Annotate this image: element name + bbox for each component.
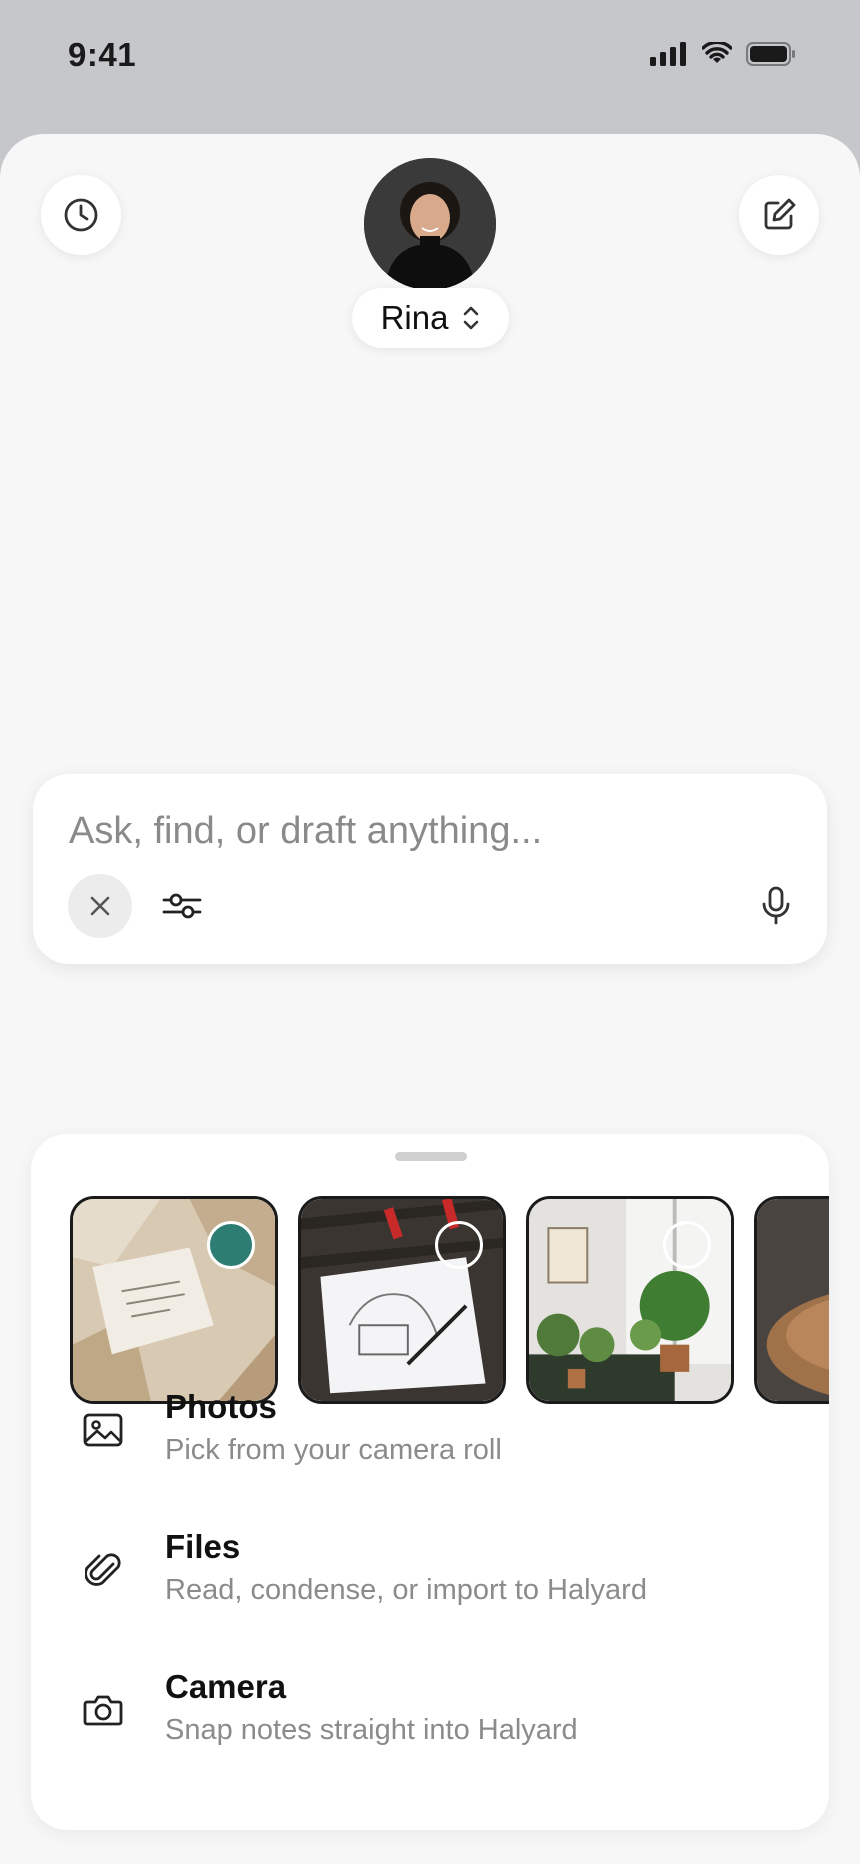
clock-icon (64, 198, 98, 232)
options-button[interactable] (157, 888, 207, 924)
selected-indicator[interactable] (207, 1221, 255, 1269)
clear-button[interactable] (68, 874, 132, 938)
menu-item-camera[interactable]: Camera Snap notes straight into Halyard (31, 1668, 829, 1788)
menu-item-title: Camera (165, 1668, 287, 1705)
attachment-sheet: Photos Pick from your camera roll Files … (31, 1134, 829, 1830)
menu-item-subtitle: Snap notes straight into Halyard (165, 1714, 578, 1746)
paperclip-icon (81, 1548, 125, 1592)
wifi-icon (702, 42, 732, 63)
profile-switcher[interactable]: Rina (352, 288, 509, 348)
chevron-updown-icon (464, 306, 479, 330)
close-icon (90, 896, 110, 916)
status-time: 9:41 (68, 36, 137, 73)
history-button[interactable] (41, 175, 121, 255)
microphone-icon (762, 886, 790, 925)
status-icons (650, 42, 796, 66)
compose-button[interactable] (739, 175, 819, 255)
compose-icon (764, 198, 796, 230)
menu-item-subtitle: Pick from your camera roll (165, 1434, 502, 1466)
main-sheet: Rina Ask, find, or draft anything... Pho… (0, 134, 860, 1864)
profile-photo (364, 158, 496, 290)
status-bar: 9:41 (0, 0, 860, 134)
cellular-signal-icon (650, 42, 686, 66)
avatar[interactable] (364, 158, 496, 290)
battery-icon (746, 42, 795, 66)
composer-card (33, 774, 827, 964)
photo-thumbnail[interactable] (754, 1196, 829, 1404)
photo-thumbnail[interactable] (526, 1196, 734, 1404)
photo-thumbnail[interactable] (298, 1196, 506, 1404)
photo-thumbnail[interactable] (70, 1196, 278, 1404)
menu-item-title: Photos (165, 1388, 277, 1425)
sheet-grabber[interactable] (395, 1152, 467, 1161)
voice-input-button[interactable] (751, 881, 801, 931)
prompt-input[interactable] (69, 810, 769, 853)
menu-item-photos[interactable]: Photos Pick from your camera roll (31, 1388, 829, 1508)
selection-indicator[interactable] (663, 1221, 711, 1269)
profile-name: Rina (380, 299, 449, 336)
sliders-icon (162, 893, 202, 919)
menu-item-title: Files (165, 1528, 241, 1565)
menu-item-subtitle: Read, condense, or import to Halyard (165, 1574, 647, 1606)
selection-indicator[interactable] (435, 1221, 483, 1269)
table-photo (757, 1199, 829, 1401)
menu-item-files[interactable]: Files Read, condense, or import to Halya… (31, 1528, 829, 1648)
image-icon (81, 1408, 125, 1452)
camera-icon (81, 1688, 125, 1732)
